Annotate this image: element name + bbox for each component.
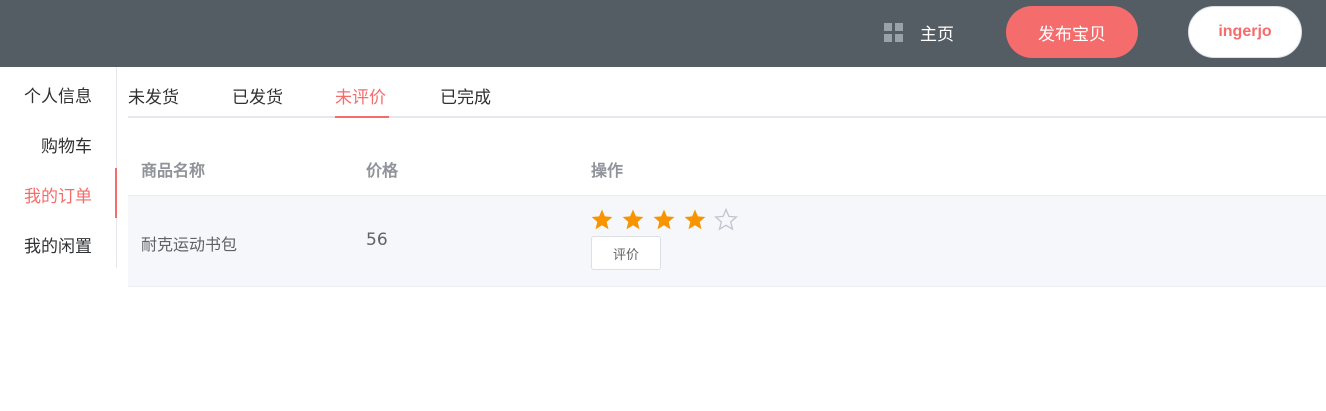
star-filled-icon[interactable] [621,208,652,232]
sidebar-item-profile[interactable]: 个人信息 [24,82,92,107]
column-header-action: 操作 [591,161,624,180]
column-header-price: 价格 [366,161,399,180]
publish-item-button[interactable]: 发布宝贝 [1006,6,1138,58]
star-filled-icon[interactable] [652,208,683,232]
grid-icon [884,22,903,42]
sidebar-item-cart[interactable]: 购物车 [41,132,92,157]
order-tabs: 未发货 已发货 未评价 已完成 [128,67,1326,118]
orders-table: 商品名称 价格 操作 耐克运动书包 56 评价 [128,140,1326,287]
tab-unshipped[interactable]: 未发货 [128,83,179,108]
top-navbar: 主页 发布宝贝 ingerjo [0,0,1326,67]
sidebar-menu: 个人信息 购物车 我的订单 我的闲置 [0,67,117,268]
table-row: 耐克运动书包 56 评价 [128,196,1326,287]
home-link[interactable]: 主页 [884,19,954,45]
sidebar-item-orders[interactable]: 我的订单 [24,182,92,207]
user-account-button[interactable]: ingerjo [1188,6,1302,58]
star-empty-icon[interactable] [714,208,745,232]
tab-unrated[interactable]: 未评价 [335,83,386,108]
star-filled-icon[interactable] [590,208,621,232]
product-name: 耐克运动书包 [141,235,238,254]
table-header: 商品名称 价格 操作 [128,140,1326,196]
sidebar-item-idle-items[interactable]: 我的闲置 [24,232,92,257]
star-filled-icon[interactable] [683,208,714,232]
tab-completed[interactable]: 已完成 [440,83,491,108]
active-tab-underline [335,116,389,118]
rate-button[interactable]: 评价 [591,236,661,270]
column-header-name: 商品名称 [141,161,206,180]
tab-shipped[interactable]: 已发货 [232,83,283,108]
home-label: 主页 [920,24,954,45]
sidebar-active-indicator [115,168,117,218]
star-rating[interactable] [590,208,745,232]
product-price: 56 [366,230,388,250]
